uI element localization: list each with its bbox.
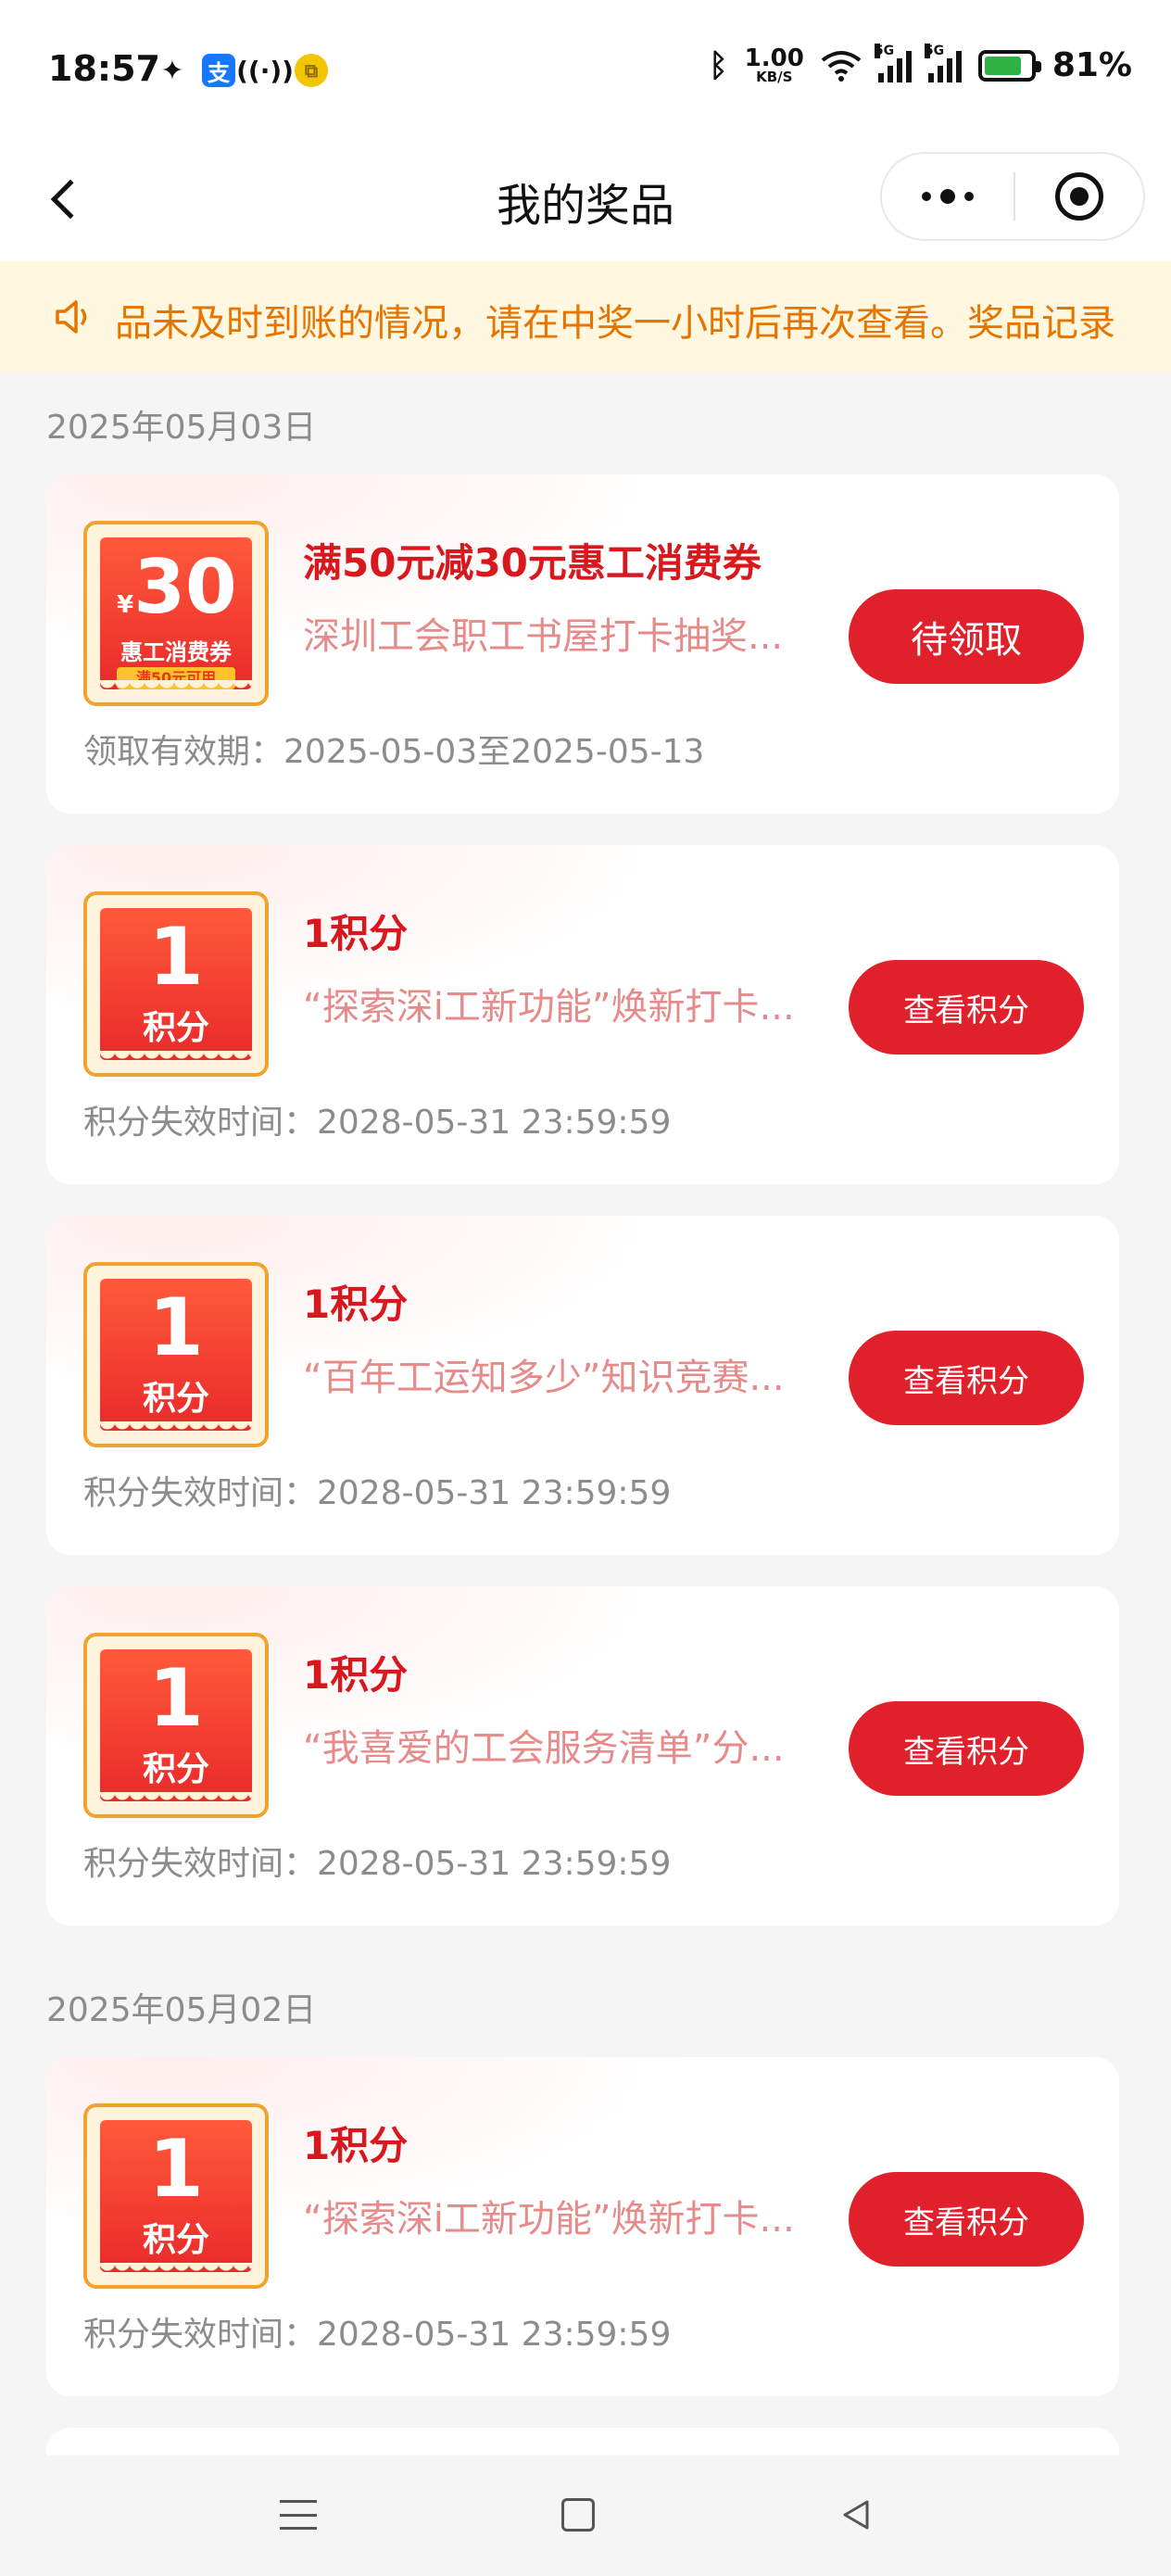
recents-button[interactable] bbox=[280, 2496, 317, 2533]
badge-unit: 积分 bbox=[142, 1380, 209, 1418]
points-badge-face: 1 积分 bbox=[100, 1649, 252, 1801]
prize-source: “探索深i工新功能”焕新打卡... bbox=[303, 2198, 795, 2241]
prize-card: 1 积分 1积分 “探索深i工新功能”焕新打卡... 查看积分 积分失效时间：2… bbox=[46, 845, 1119, 1184]
miniprogram-capsule bbox=[880, 152, 1145, 241]
coupon-badge: ¥ 30 惠工消费券 满50元可用 bbox=[83, 521, 269, 706]
badge-value: 1 bbox=[148, 1652, 204, 1745]
bluetooth-icon: ᛒ bbox=[709, 46, 728, 84]
battery-fill bbox=[984, 56, 1021, 75]
badge-unit: 积分 bbox=[142, 1750, 209, 1788]
status-time: 18:57 bbox=[48, 48, 160, 89]
points-badge: 1 积分 bbox=[83, 2103, 269, 2289]
points-badge-face: 1 积分 bbox=[100, 908, 252, 1060]
prize-card: 1 积分 1积分 “探索深i工新功能”焕新打卡... 查看积分 积分失效时间：2… bbox=[46, 2057, 1119, 2396]
notice-bar[interactable]: 品未及时到账的情况，请在中奖一小时后再次查看。奖品记录 bbox=[0, 261, 1171, 373]
claim-button[interactable]: 待领取 bbox=[849, 589, 1084, 684]
status-right: ᛒ 1.00 KB/S 5G 5G 81% bbox=[709, 43, 1132, 84]
home-button[interactable] bbox=[561, 2498, 595, 2532]
badge-value: 1 bbox=[148, 911, 204, 1004]
badge-value: 1 bbox=[148, 2123, 204, 2216]
wechat-icon: ✦ bbox=[160, 54, 184, 87]
view-points-button[interactable]: 查看积分 bbox=[849, 1701, 1084, 1796]
notification-icons: ✦ 支 ((·)) ⧉ bbox=[156, 54, 328, 87]
points-badge: 1 积分 bbox=[83, 1262, 269, 1447]
prize-card: ¥ 30 惠工消费券 满50元可用 满50元减30元惠工消费券 深圳工会职工书屋… bbox=[46, 474, 1119, 814]
net-speed: 1.00 KB/S bbox=[745, 46, 804, 84]
points-badge-face: 1 积分 bbox=[100, 1279, 252, 1431]
status-bar: 18:57 ✦ 支 ((·)) ⧉ ᛒ 1.00 KB/S 5G 5G 81% bbox=[0, 0, 1171, 139]
points-expiry: 积分失效时间：2028-05-31 23:59:59 bbox=[83, 2316, 672, 2354]
points-expiry: 积分失效时间：2028-05-31 23:59:59 bbox=[83, 1845, 672, 1883]
view-points-button[interactable]: 查看积分 bbox=[849, 1331, 1084, 1425]
signal-icon: 5G bbox=[874, 43, 912, 82]
target-icon bbox=[1055, 172, 1103, 221]
more-dot-icon bbox=[922, 192, 931, 201]
badge-unit: 惠工消费券 bbox=[120, 639, 232, 665]
more-dot-icon bbox=[964, 192, 974, 201]
net-speed-unit: KB/S bbox=[756, 69, 793, 85]
date-header: 2025年05月03日 bbox=[46, 409, 317, 447]
more-dot-icon bbox=[940, 189, 955, 204]
more-button[interactable] bbox=[882, 154, 1014, 239]
system-nav-bar bbox=[0, 2456, 1171, 2576]
wifi-icon bbox=[821, 50, 862, 82]
prize-source: “我喜爱的工会服务清单”分... bbox=[303, 1727, 785, 1770]
alipay-icon: 支 bbox=[202, 54, 235, 87]
menu-line-icon bbox=[280, 2527, 317, 2530]
view-points-button[interactable]: 查看积分 bbox=[849, 2172, 1084, 2267]
battery-percent: 81% bbox=[1051, 46, 1132, 84]
menu-line-icon bbox=[280, 2513, 317, 2517]
badge-value: 30 bbox=[133, 544, 237, 630]
hotspot-icon: ((·)) bbox=[236, 55, 294, 86]
coin-icon: ⧉ bbox=[295, 54, 328, 87]
badge-value: 1 bbox=[148, 1282, 204, 1374]
signal-icon: 5G bbox=[924, 43, 962, 82]
system-back-button[interactable] bbox=[837, 2496, 875, 2533]
badge-unit: 积分 bbox=[142, 1009, 209, 1047]
points-badge: 1 积分 bbox=[83, 1633, 269, 1818]
signal-tag: 5G bbox=[874, 43, 895, 58]
close-miniprogram-button[interactable] bbox=[1015, 172, 1143, 221]
coupon-badge-face: ¥ 30 惠工消费券 满50元可用 bbox=[100, 537, 252, 689]
signal-tag: 5G bbox=[924, 43, 945, 58]
points-expiry: 积分失效时间：2028-05-31 23:59:59 bbox=[83, 1474, 672, 1512]
view-points-button[interactable]: 查看积分 bbox=[849, 960, 1084, 1054]
prize-source: “探索深i工新功能”焕新打卡... bbox=[303, 986, 795, 1029]
points-badge-face: 1 积分 bbox=[100, 2120, 252, 2272]
speaker-icon bbox=[56, 300, 87, 334]
points-badge: 1 积分 bbox=[83, 891, 269, 1077]
date-header: 2025年05月02日 bbox=[46, 1991, 317, 2029]
points-expiry: 积分失效时间：2028-05-31 23:59:59 bbox=[83, 1104, 672, 1142]
badge-unit: 积分 bbox=[142, 2221, 209, 2259]
prize-source: 深圳工会职工书屋打卡抽奖... bbox=[303, 615, 784, 658]
prize-title: 满50元减30元惠工消费券 bbox=[303, 540, 762, 586]
notice-text: 品未及时到账的情况，请在中奖一小时后再次查看。奖品记录 bbox=[115, 302, 1115, 345]
prize-title: 1积分 bbox=[303, 1652, 409, 1698]
prize-title: 1积分 bbox=[303, 1282, 409, 1327]
battery-icon bbox=[977, 49, 1041, 82]
prize-validity: 领取有效期：2025-05-03至2025-05-13 bbox=[83, 733, 705, 771]
nav-bar: 我的奖品 bbox=[0, 139, 1171, 261]
menu-line-icon bbox=[280, 2500, 317, 2503]
prize-title: 1积分 bbox=[303, 911, 409, 956]
prize-card: 1 积分 1积分 “百年工运知多少”知识竞赛... 查看积分 积分失效时间：20… bbox=[46, 1216, 1119, 1555]
prize-card: 1 积分 1积分 “我喜爱的工会服务清单”分... 查看积分 积分失效时间：20… bbox=[46, 1586, 1119, 1926]
prize-title: 1积分 bbox=[303, 2123, 409, 2168]
net-speed-value: 1.00 bbox=[744, 44, 804, 72]
prize-source: “百年工运知多少”知识竞赛... bbox=[303, 1357, 785, 1399]
badge-condition: 满50元可用 bbox=[117, 667, 235, 689]
